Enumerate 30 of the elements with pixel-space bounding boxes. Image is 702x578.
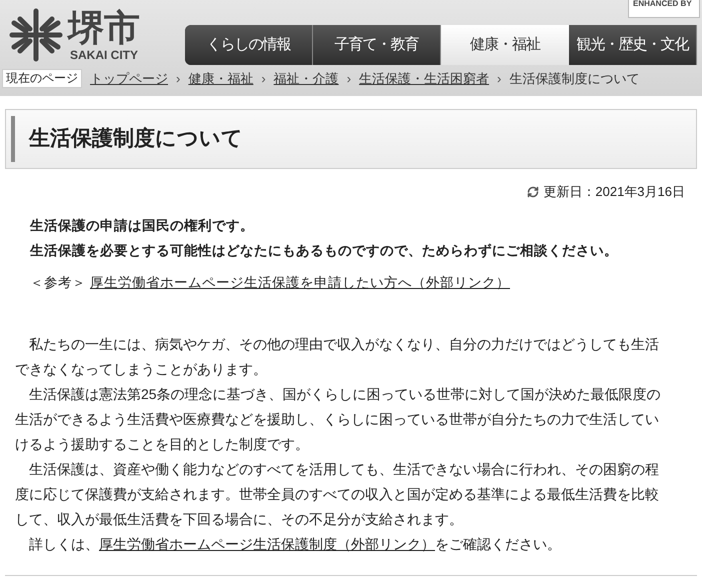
nav-tab[interactable]: 子育て・教育 bbox=[313, 25, 441, 65]
reference-label: ＜参考＞ bbox=[30, 274, 86, 292]
lead-text: 生活保護を必要とする可能性はどなたにもあるものですので、ためらわずにご相談ください。 bbox=[30, 242, 619, 260]
page-title: 生活保護制度について bbox=[29, 126, 243, 152]
reference-link[interactable]: 厚生労働省ホームページ生活保護を申請したい方へ（外部リンク） bbox=[90, 270, 510, 294]
nav-tab[interactable]: くらしの情報 bbox=[185, 25, 313, 65]
city-emblem-icon bbox=[8, 6, 64, 62]
breadcrumb-link[interactable]: 健康・福祉 bbox=[188, 69, 254, 88]
breadcrumb-link[interactable]: トップページ bbox=[90, 69, 168, 88]
city-logo-roman: SAKAI CITY bbox=[70, 48, 138, 62]
city-logo-name: 堺市 bbox=[68, 8, 140, 48]
body-paragraph: 生活保護は憲法第25条の理念に基づき、国がくらしに困っている世帯に対して国が決めた最低限度の生活ができるよう生活費や医療費などを援助し、くらしに困っている世帯が自分たちの力で生活していけるよう援助することを目的とした制度です。 bbox=[15, 384, 662, 454]
nav-tab[interactable]: 観光・歴史・文化 bbox=[569, 25, 697, 65]
breadcrumb-separator: › bbox=[261, 70, 266, 88]
breadcrumb-separator: › bbox=[346, 70, 352, 88]
breadcrumb-link[interactable]: 福祉・介護 bbox=[274, 69, 339, 88]
body-paragraph: 生活保護は、資産や働く能力などのすべてを活用しても、生活できない場合に行われ、その困窮の程度に応じて保護費が支給されます。世帯全員のすべての収入と国が定める基準による最低生活費を比較して、収入が最低生活費を下回る場合に、その不足分が支給されます。 bbox=[15, 460, 660, 528]
refresh-icon bbox=[527, 186, 540, 198]
breadcrumb-separator: › bbox=[176, 70, 180, 88]
detail-link[interactable]: 厚生労働省ホームページ生活保護制度（外部リンク） bbox=[99, 536, 435, 552]
breadcrumb-separator: › bbox=[497, 70, 502, 88]
enhanced-by-label: ENHANCED BY bbox=[632, 0, 693, 8]
breadcrumb-link[interactable]: 生活保護・生活困窮者 bbox=[359, 69, 490, 88]
body-paragraph: 私たちの一生には、病気やケガ、その他の理由で収入がなくなり、自分の力だけではどうしても生活できなくなってしまうことがあります。 bbox=[15, 334, 660, 378]
nav-tab[interactable]: 健康・福祉 bbox=[441, 25, 569, 65]
update-date: 更新日：2021年3月16日 bbox=[543, 183, 685, 201]
breadcrumb-current: 生活保護制度について bbox=[509, 70, 640, 88]
body-paragraph: 詳しくは、厚生労働省ホームページ生活保護制度（外部リンク）をご確認ください。 bbox=[28, 534, 562, 554]
current-page-label: 現在のページ bbox=[2, 69, 82, 88]
lead-text: 生活保護の申請は国民の権利です。 bbox=[30, 216, 255, 235]
